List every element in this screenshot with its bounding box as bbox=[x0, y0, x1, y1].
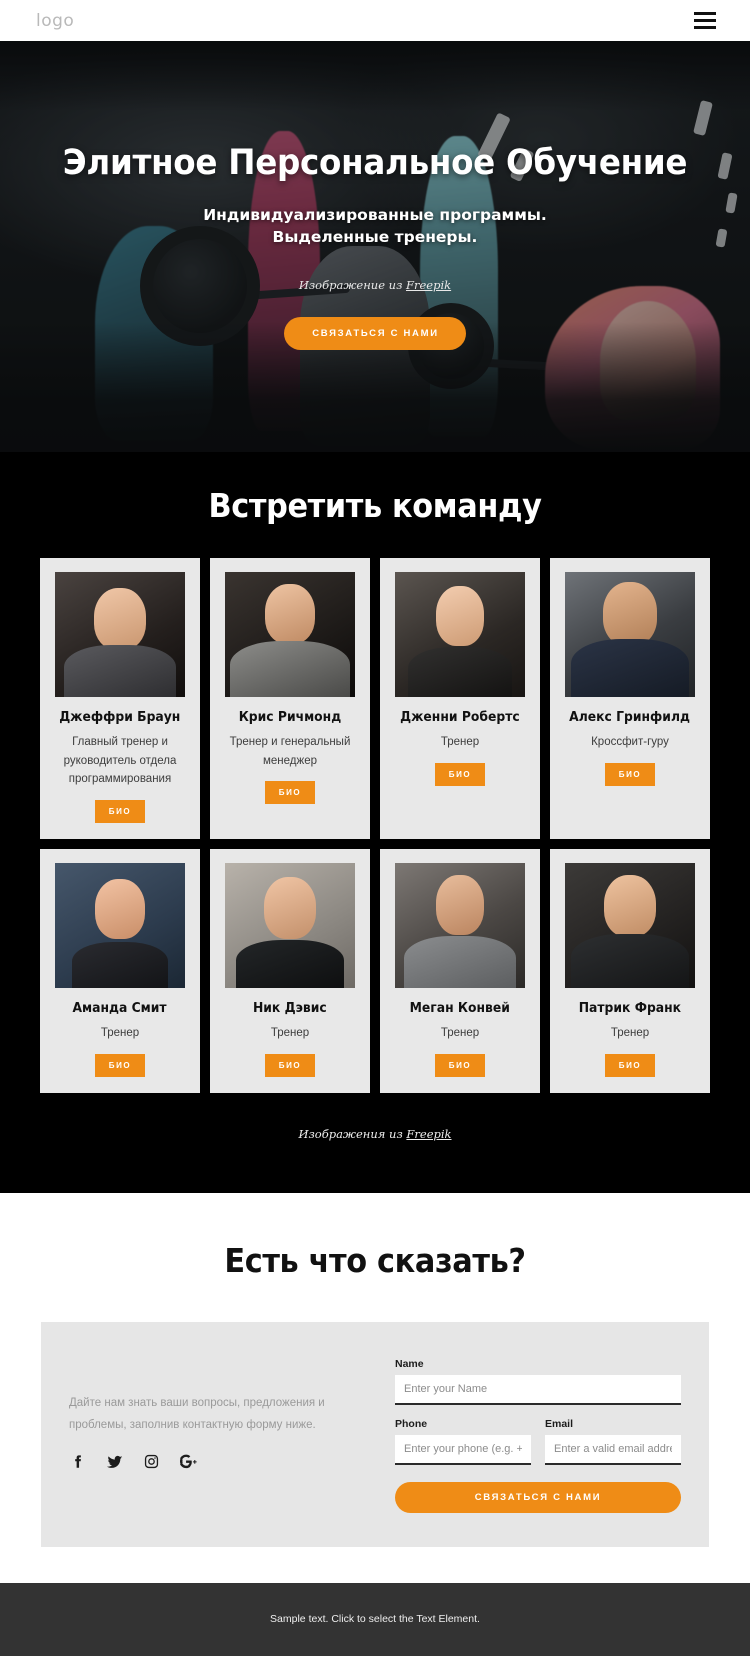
team-member-name: Дженни Робертс bbox=[400, 710, 520, 725]
site-header: logo bbox=[0, 0, 750, 41]
site-footer: Sample text. Click to select the Text El… bbox=[0, 1582, 750, 1656]
team-member-name: Патрик Франк bbox=[578, 1000, 682, 1016]
twitter-icon[interactable] bbox=[106, 1453, 123, 1470]
team-member-name: Джеффри Браун bbox=[59, 710, 181, 725]
burger-line-2 bbox=[694, 19, 716, 22]
team-member-bio-button[interactable]: БИО bbox=[434, 762, 486, 786]
team-member-name: Аманда Смит bbox=[72, 1000, 168, 1016]
team-member-photo bbox=[225, 572, 355, 697]
team-member-photo bbox=[565, 862, 695, 988]
footer-text[interactable]: Sample text. Click to select the Text El… bbox=[270, 1613, 480, 1625]
hamburger-menu-icon[interactable] bbox=[694, 12, 716, 29]
contact-description: Дайте нам знать ваши вопросы, предложени… bbox=[69, 1392, 369, 1437]
contact-section: Есть что сказать? Дайте нам знать ваши в… bbox=[0, 1192, 750, 1583]
team-member-role: Тренер bbox=[610, 1026, 650, 1039]
contact-panel: Дайте нам знать ваши вопросы, предложени… bbox=[41, 1321, 709, 1547]
team-member-name: Ник Дэвис bbox=[253, 1000, 327, 1016]
name-input[interactable] bbox=[395, 1374, 681, 1405]
hero-subtitle-line-1: Индивидуализированные программы. bbox=[203, 205, 547, 224]
team-member-bio-button[interactable]: БИО bbox=[94, 1053, 146, 1077]
team-member-card[interactable]: Алекс Гринфилд Кроссфит-гуру БИО bbox=[550, 558, 710, 839]
team-member-role: Тренер bbox=[270, 1026, 310, 1039]
contact-form: Name Phone Email СВЯЗАТЬСЯ С НАМИ bbox=[395, 1358, 681, 1513]
team-grid: Джеффри Браун Главный тренер и руководит… bbox=[0, 558, 750, 1093]
team-member-role: Тренер bbox=[440, 736, 480, 748]
team-member-bio-button[interactable]: БИО bbox=[264, 781, 316, 805]
team-member-role: Главный тренер и руководитель отдела про… bbox=[63, 736, 177, 786]
team-member-card[interactable]: Ник Дэвис Тренер БИО bbox=[210, 848, 370, 1093]
team-member-photo bbox=[225, 862, 355, 988]
google-plus-icon[interactable] bbox=[180, 1453, 197, 1470]
team-member-role: Кроссфит-гуру bbox=[591, 736, 669, 748]
team-member-bio-button[interactable]: БИО bbox=[264, 1053, 316, 1077]
team-member-card[interactable]: Дженни Робертс Тренер БИО bbox=[380, 558, 540, 839]
team-member-card[interactable]: Патрик Франк Тренер БИО bbox=[550, 848, 710, 1093]
phone-field-label: Phone bbox=[395, 1417, 428, 1430]
team-member-role: Тренер bbox=[100, 1026, 140, 1039]
contact-description-line-2: проблемы, заполнив контактную форму ниже… bbox=[69, 1418, 316, 1431]
team-member-photo bbox=[565, 572, 695, 697]
social-links bbox=[69, 1453, 369, 1470]
site-logo[interactable]: logo bbox=[36, 11, 74, 31]
team-member-bio-button[interactable]: БИО bbox=[604, 762, 656, 786]
contact-info: Дайте нам знать ваши вопросы, предложени… bbox=[69, 1358, 369, 1513]
phone-input[interactable] bbox=[395, 1434, 531, 1465]
hero-content: Элитное Персональное Обучение Индивидуал… bbox=[0, 41, 750, 350]
hero-contact-button[interactable]: СВЯЗАТЬСЯ С НАМИ bbox=[284, 316, 466, 350]
team-section-title: Встретить команду bbox=[208, 486, 542, 525]
team-image-credit: Изображения из Freepik bbox=[0, 1127, 750, 1141]
hero-section: Элитное Персональное Обучение Индивидуал… bbox=[0, 41, 750, 452]
team-credit-text: Изображения из bbox=[298, 1126, 407, 1141]
team-member-role: Тренер и генеральный менеджер bbox=[229, 736, 351, 767]
hero-subtitle: Индивидуализированные программы. Выделен… bbox=[0, 204, 750, 248]
burger-line-1 bbox=[694, 12, 716, 15]
team-member-photo bbox=[55, 572, 185, 697]
team-member-name: Меган Конвей bbox=[409, 1000, 511, 1016]
team-credit-link[interactable]: Freepik bbox=[406, 1127, 451, 1141]
team-member-photo bbox=[55, 862, 185, 988]
email-input[interactable] bbox=[545, 1434, 681, 1465]
email-field-label: Email bbox=[545, 1417, 574, 1430]
page-root: logo Элитное Персональное Обучение Индив… bbox=[0, 0, 750, 1656]
team-member-card[interactable]: Аманда Смит Тренер БИО bbox=[40, 848, 200, 1093]
team-member-photo bbox=[395, 862, 525, 988]
contact-section-title: Есть что сказать? bbox=[224, 1240, 526, 1280]
team-member-name: Крис Ричмонд bbox=[238, 710, 342, 725]
name-field-label: Name bbox=[395, 1357, 424, 1370]
instagram-icon[interactable] bbox=[143, 1453, 160, 1470]
team-member-bio-button[interactable]: БИО bbox=[604, 1053, 656, 1077]
team-member-role: Тренер bbox=[440, 1026, 480, 1039]
facebook-icon[interactable] bbox=[69, 1453, 86, 1470]
hero-credit-text: Изображение из bbox=[298, 277, 406, 292]
team-member-card[interactable]: Крис Ричмонд Тренер и генеральный менедж… bbox=[210, 558, 370, 839]
burger-line-3 bbox=[694, 26, 716, 29]
team-section: Встретить команду Джеффри Браун Главный … bbox=[0, 452, 750, 1193]
contact-description-line-1: Дайте нам знать ваши вопросы, предложени… bbox=[69, 1396, 325, 1409]
hero-title: Элитное Персональное Обучение bbox=[62, 143, 688, 183]
team-member-name: Алекс Гринфилд bbox=[569, 710, 691, 725]
team-member-card[interactable]: Джеффри Браун Главный тренер и руководит… bbox=[40, 558, 200, 839]
hero-subtitle-line-2: Выделенные тренеры. bbox=[272, 227, 478, 246]
team-member-bio-button[interactable]: БИО bbox=[94, 799, 146, 823]
hero-credit-link[interactable]: Freepik bbox=[406, 278, 451, 292]
team-member-photo bbox=[395, 572, 525, 697]
hero-image-credit: Изображение из Freepik bbox=[0, 278, 750, 292]
team-member-card[interactable]: Меган Конвей Тренер БИО bbox=[380, 848, 540, 1093]
team-member-bio-button[interactable]: БИО bbox=[434, 1053, 486, 1077]
contact-submit-button[interactable]: СВЯЗАТЬСЯ С НАМИ bbox=[395, 1481, 681, 1513]
